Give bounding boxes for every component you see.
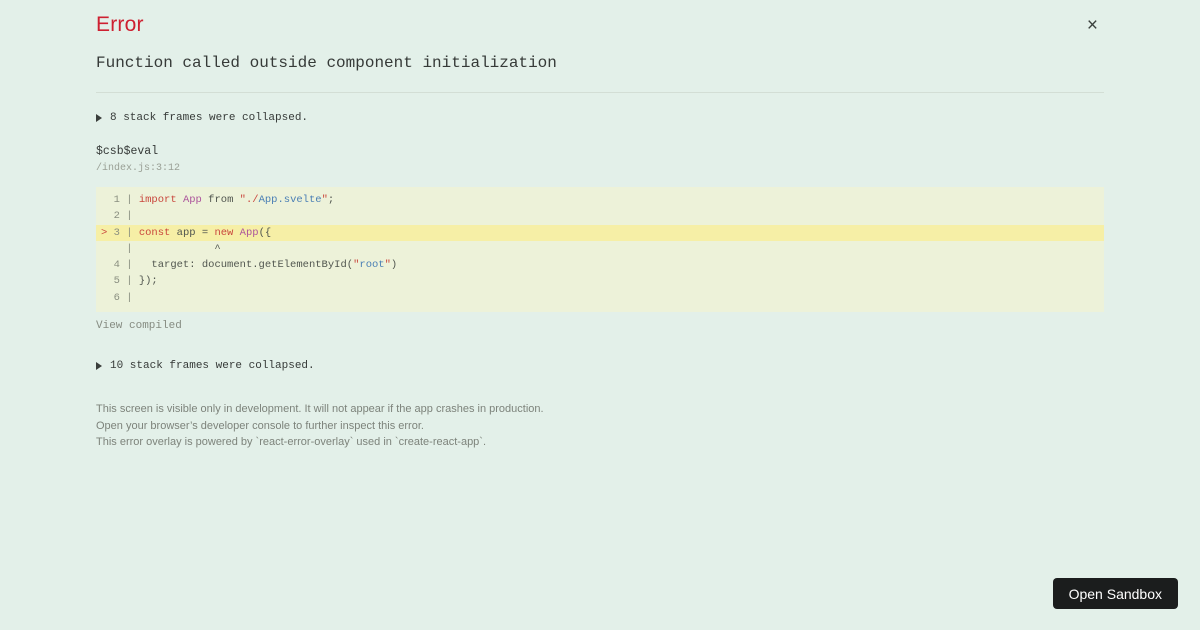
code-line: 6 | xyxy=(113,291,139,304)
error-title: Error xyxy=(96,13,144,36)
overlay-footer: This screen is visible only in developme… xyxy=(96,401,1104,451)
code-line: 5 | }); xyxy=(113,275,158,288)
divider xyxy=(96,92,1104,93)
code-caret-line: | ^ xyxy=(101,242,221,255)
view-compiled-link[interactable]: View compiled xyxy=(96,320,182,332)
error-message: Function called outside component initia… xyxy=(96,54,557,72)
code-line: 2 | xyxy=(113,210,139,223)
stack-frame-function: $csb$eval xyxy=(96,145,159,158)
collapsed-frames-top-label: 8 stack frames were collapsed. xyxy=(110,112,309,124)
collapsed-frames-bottom[interactable]: 10 stack frames were collapsed. xyxy=(96,360,1104,372)
collapsed-frames-bottom-label: 10 stack frames were collapsed. xyxy=(110,360,315,373)
triangle-right-icon xyxy=(96,114,102,122)
stack-frame-location: /index.js:3:12 xyxy=(96,163,181,174)
error-overlay: Error × Function called outside componen… xyxy=(96,0,1104,451)
open-sandbox-button[interactable]: Open Sandbox xyxy=(1052,578,1178,609)
code-frame: 1 | import App from "./App.svelte"; 2 | … xyxy=(96,187,1104,313)
footer-line: This error overlay is powered by `react-… xyxy=(96,436,487,449)
code-line: 1 | import App from "./App.svelte"; xyxy=(113,194,335,206)
collapsed-frames-top[interactable]: 8 stack frames were collapsed. xyxy=(96,112,1104,124)
triangle-right-icon xyxy=(96,362,102,371)
footer-line: This screen is visible only in developme… xyxy=(96,403,544,416)
code-line: > 3 | const app = new App({ xyxy=(96,224,1104,241)
footer-line: Open your browser’s developer console to… xyxy=(96,419,424,432)
code-line: 4 | target: document.getElementById("roo… xyxy=(113,259,398,272)
close-icon[interactable]: × xyxy=(1087,16,1098,35)
